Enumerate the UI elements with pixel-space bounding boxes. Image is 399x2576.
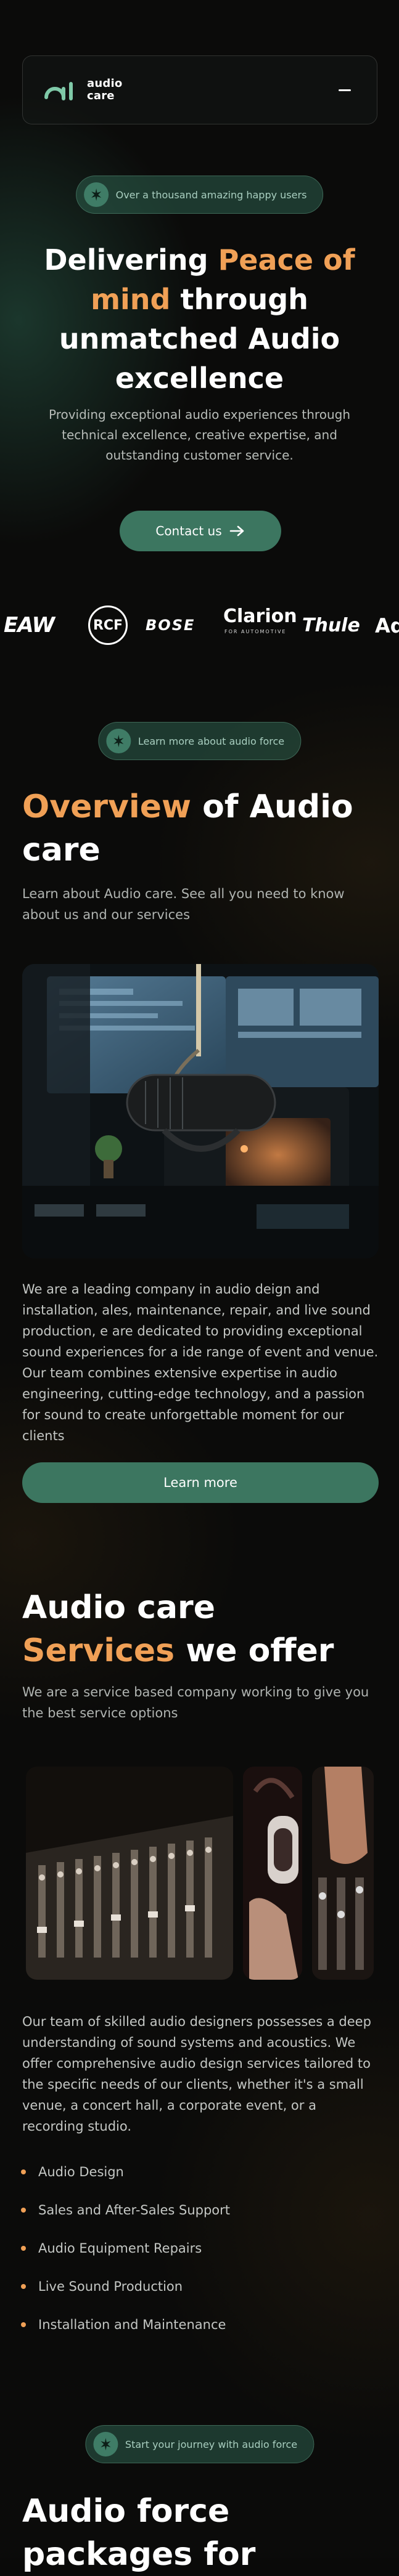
- arrow-right-icon: [229, 525, 244, 537]
- headphones-illustration: [243, 1767, 302, 1980]
- services-lead: We are a service based company working t…: [22, 1685, 369, 1720]
- bullet-icon: [21, 2322, 26, 2327]
- services-title: Audio care Services we offer: [22, 1586, 386, 1672]
- services-title-line1: Audio care: [22, 1589, 215, 1626]
- mixing-console-image: [26, 1767, 233, 1980]
- packages-title: Audio force packages for: [22, 2493, 256, 2573]
- services-title-rest: we offer: [175, 1632, 334, 1669]
- overview-title-accent: Overview: [22, 788, 192, 825]
- brand-thule: Thule: [302, 614, 360, 636]
- hero-badge-text: Over a thousand amazing happy users: [115, 188, 307, 201]
- list-item: Audio Equipment Repairs: [19, 2229, 376, 2267]
- brand-clarion-tagline: FOR AUTOMOTIVE: [224, 629, 287, 634]
- sparkle-icon: [83, 182, 109, 207]
- packages-badge: Start your journey with audio force: [84, 2425, 315, 2463]
- logo-line2: care: [87, 89, 115, 102]
- list-item: Live Sound Production: [19, 2267, 376, 2306]
- headphones-image: [243, 1767, 302, 1980]
- list-item-label: Sales and After-Sales Support: [38, 2203, 231, 2218]
- list-item: Audio Design: [19, 2153, 376, 2191]
- brand-partial: Ad: [375, 614, 399, 638]
- overview-badge-text: Learn more about audio force: [138, 735, 285, 747]
- logo-icon: [44, 82, 73, 100]
- brand-rcf: RCF: [88, 606, 128, 645]
- services-title-accent: Services: [22, 1632, 175, 1669]
- hand-mixer-illustration: [312, 1767, 374, 1980]
- learn-more-button[interactable]: Learn more: [22, 1462, 379, 1503]
- overview-lead: Learn about Audio care. See all you need…: [22, 886, 345, 922]
- list-item-label: Audio Design: [38, 2165, 124, 2179]
- brand-bose: BOSE: [146, 617, 195, 634]
- overview-title: Overview of Audio care: [22, 785, 386, 872]
- mixing-console-illustration: [26, 1767, 233, 1980]
- services-body: Our team of skilled audio designers poss…: [22, 2014, 371, 2134]
- brand-clarion: Clarion: [223, 606, 297, 627]
- overview-body: We are a leading company in audio deign …: [22, 1282, 379, 1443]
- list-item-label: Audio Equipment Repairs: [38, 2241, 202, 2256]
- list-item-label: Live Sound Production: [38, 2279, 183, 2294]
- services-list: Audio Design Sales and After-Sales Suppo…: [19, 2153, 376, 2344]
- brand-eaw: EAW: [4, 613, 55, 638]
- hero-title-part1: Delivering: [44, 243, 218, 277]
- menu-icon: [339, 89, 351, 91]
- learn-more-label: Learn more: [163, 1475, 237, 1490]
- menu-button[interactable]: [332, 78, 357, 102]
- bullet-icon: [21, 2284, 26, 2289]
- list-item-label: Installation and Maintenance: [38, 2317, 226, 2332]
- logo-line1: audio: [87, 77, 123, 90]
- bullet-icon: [21, 2246, 26, 2251]
- logo[interactable]: audio care: [43, 76, 122, 103]
- brand-strip: EAW RCF BOSE Clarion FOR AUTOMOTIVE Thul…: [0, 601, 399, 650]
- hand-on-mixer-image: [312, 1767, 374, 1980]
- packages-badge-text: Start your journey with audio force: [125, 2438, 298, 2450]
- overview-badge[interactable]: Learn more about audio force: [97, 722, 302, 760]
- hero-subtitle: Providing exceptional audio experiences …: [48, 407, 350, 463]
- bullet-icon: [21, 2208, 26, 2213]
- list-item: Sales and After-Sales Support: [19, 2191, 376, 2229]
- sparkle-icon: [93, 2432, 118, 2457]
- hero-title: Delivering Peace of mind through unmatch…: [25, 240, 374, 398]
- list-item: Installation and Maintenance: [19, 2306, 376, 2344]
- studio-microphone-image: [22, 964, 379, 1258]
- studio-illustration: [22, 964, 379, 1258]
- navbar: audio care: [22, 55, 377, 124]
- bullet-icon: [21, 2169, 26, 2174]
- contact-us-label: Contact us: [155, 524, 222, 538]
- sparkle-icon: [105, 729, 131, 753]
- contact-us-button[interactable]: Contact us: [120, 511, 281, 551]
- logo-text: audio care: [87, 78, 122, 102]
- hero-badge: Over a thousand amazing happy users: [75, 176, 324, 214]
